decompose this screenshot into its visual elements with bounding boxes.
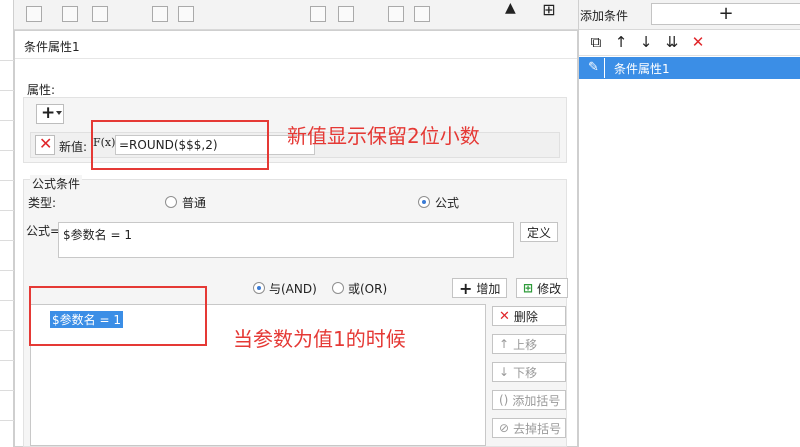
remove-bracket-icon: ⊘ — [499, 421, 510, 435]
edit-icon: ⊞ — [523, 281, 534, 295]
dialog-title-bar: 条件属性1 — [15, 31, 577, 59]
chevron-down-icon — [56, 111, 62, 115]
move-up-label: 上移 — [513, 337, 538, 352]
add-bracket-label: 添加括号 — [512, 393, 561, 408]
cursor-icon: ▲ — [505, 0, 516, 16]
close-icon[interactable]: ✕ — [689, 33, 707, 51]
plus-icon: + — [41, 103, 56, 123]
attribute-section-label: 属性: — [27, 83, 56, 97]
toolbar-icon[interactable] — [310, 6, 326, 22]
add-bracket-button[interactable]: () 添加括号 — [492, 390, 566, 410]
move-down-button[interactable]: ↓ 下移 — [492, 362, 566, 382]
new-value-label: 新值: — [59, 140, 88, 154]
right-panel-header: 添加条件 + — [579, 0, 800, 30]
formula-label: 公式= — [26, 224, 61, 238]
add-condition-panel-button[interactable]: + — [651, 3, 800, 25]
remove-attribute-button[interactable]: ✕ — [35, 134, 55, 155]
layout-icon[interactable]: ⊞ — [537, 0, 561, 26]
radio-or-label: 或(OR) — [348, 282, 388, 296]
close-icon: ✕ — [39, 134, 53, 153]
add-attribute-button[interactable]: + — [36, 103, 64, 124]
define-button-label: 定义 — [527, 225, 552, 240]
toolbar-icon[interactable] — [152, 6, 168, 22]
radio-and-label: 与(AND) — [269, 282, 317, 296]
type-label: 类型: — [28, 196, 57, 210]
toolbar-icon[interactable] — [178, 6, 194, 22]
move-up-button[interactable]: ↑ 上移 — [492, 334, 566, 354]
delete-label: 删除 — [513, 309, 538, 324]
arrow-down-icon[interactable]: ↓ — [637, 33, 655, 51]
arrow-down-icon: ↓ — [499, 365, 510, 379]
remove-bracket-label: 去掉括号 — [513, 421, 562, 436]
radio-normal-label: 普通 — [182, 196, 207, 210]
define-button[interactable]: 定义 — [520, 222, 559, 242]
annotation-note-value: 新值显示保留2位小数 — [287, 124, 480, 148]
toolbar-icon[interactable] — [414, 6, 430, 22]
radio-normal[interactable] — [165, 196, 177, 208]
list-item[interactable]: ✎ 条件属性1 — [579, 57, 800, 79]
copy-icon[interactable]: ⧉ — [587, 33, 605, 51]
list-item-label: 条件属性1 — [614, 62, 670, 76]
toolbar-icon[interactable] — [338, 6, 354, 22]
plus-icon: + — [459, 278, 473, 298]
condition-attribute-dialog: 条件属性1 属性: + ✕ 新值: F(x) =ROUND($$$,2) 公式条… — [14, 30, 578, 447]
radio-formula[interactable] — [418, 196, 430, 208]
toolbar-icon[interactable] — [26, 6, 42, 22]
modify-condition-button[interactable]: ⊞ 修改 — [516, 278, 569, 298]
arrow-up-icon: ↑ — [499, 337, 510, 351]
modify-condition-label: 修改 — [537, 281, 562, 296]
bracket-icon: () — [499, 393, 509, 407]
add-condition-label: 增加 — [476, 281, 501, 296]
condition-list-panel: 添加条件 + ⧉ ↑ ↓ ⇊ ✕ ✎ 条件属性1 — [578, 0, 800, 447]
radio-and[interactable] — [253, 282, 265, 294]
remove-bracket-button[interactable]: ⊘ 去掉括号 — [492, 418, 566, 438]
toolbar-icon[interactable] — [62, 6, 78, 22]
formula-input[interactable]: $参数名 = 1 — [58, 222, 514, 258]
close-icon: ✕ — [499, 308, 510, 324]
dialog-title: 条件属性1 — [24, 40, 80, 54]
background-toolbar — [0, 0, 578, 30]
annotation-box-condition — [29, 286, 207, 346]
background-sheet — [0, 0, 14, 447]
add-condition-panel-label: 添加条件 — [580, 9, 629, 23]
delete-button[interactable]: ✕ 删除 — [492, 306, 566, 326]
radio-formula-label: 公式 — [435, 196, 460, 210]
toolbar-icon[interactable] — [92, 6, 108, 22]
pencil-icon: ✎ — [583, 58, 605, 78]
arrow-up-icon[interactable]: ↑ — [612, 33, 630, 51]
right-panel-toolbar: ⧉ ↑ ↓ ⇊ ✕ — [579, 30, 800, 56]
formula-condition-label: 公式条件 — [30, 175, 83, 192]
radio-or[interactable] — [332, 282, 344, 294]
annotation-box-value — [91, 120, 269, 170]
move-down-label: 下移 — [513, 365, 538, 380]
move-bottom-icon[interactable]: ⇊ — [663, 33, 681, 51]
add-condition-button[interactable]: + 增加 — [452, 278, 508, 298]
toolbar-icon[interactable] — [388, 6, 404, 22]
annotation-note-condition: 当参数为值1的时候 — [233, 327, 406, 351]
